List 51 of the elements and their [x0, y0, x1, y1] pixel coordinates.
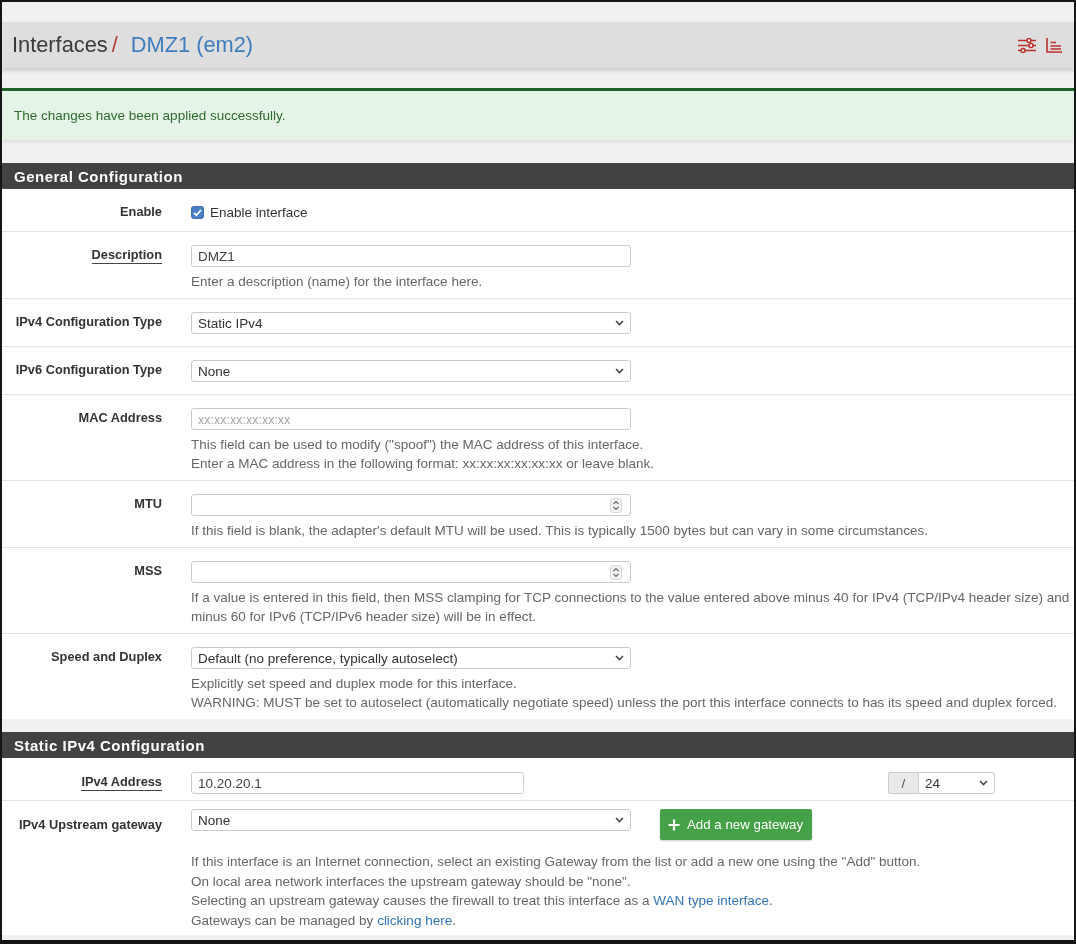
chevron-down-icon: [615, 817, 624, 823]
help-text: Enter a description (name) for the interface here.: [191, 273, 484, 291]
chevron-down-icon: [615, 320, 624, 326]
dropdown[interactable]: Default (no preference, typically autoselect): [191, 647, 631, 669]
help-text: Explicitly set speed and duplex mode for this interface.: [191, 675, 518, 693]
sliders-icon[interactable]: [1018, 37, 1036, 53]
checkbox-label: Enable interface: [210, 205, 308, 220]
ip-address-input[interactable]: 10.20.20.1: [191, 772, 524, 794]
number-input[interactable]: [191, 494, 631, 516]
dropdown[interactable]: None: [191, 360, 631, 382]
breadcrumb-separator: /: [111, 32, 118, 58]
help-text: Enter a MAC address in the following format: xx:xx:xx:xx:xx:xx or leave blank.: [191, 455, 655, 473]
field-label: Speed and Duplex: [51, 649, 162, 666]
field-label: Description: [91, 247, 162, 264]
chevron-down-icon: [615, 368, 624, 374]
field-label: IPv6 Configuration Type: [15, 362, 162, 379]
text-input[interactable]: DMZ1: [191, 245, 631, 267]
field-label: MSS: [134, 563, 162, 580]
field-label: Enable: [120, 204, 162, 221]
text-input[interactable]: xx:xx:xx:xx:xx:xx: [191, 408, 631, 430]
help-text: If this interface is an Internet connection, select an existing Gateway from the list or add a new one using the "Add" button.: [191, 853, 922, 871]
breadcrumb-text: Interfaces: [12, 32, 108, 58]
plus-icon: [668, 818, 680, 831]
help-text: WARNING: MUST be set to autoselect (automatically negotiate speed) unless the port this interface connects to has its speed and duplex forced.: [191, 694, 1058, 712]
field-label: IPv4 Upstream gateway: [19, 817, 162, 834]
dropdown[interactable]: Static IPv4: [191, 312, 631, 334]
section-header: Static IPv4 Configuration: [2, 732, 1074, 758]
dropdown[interactable]: None: [191, 809, 631, 831]
section-header: General Configuration: [2, 163, 1074, 189]
help-text: If a value is entered in this field, then MSS clamping for TCP connections to the value entered above minus 40 for IPv4 (TCP/IPv4 header size) and minus 60 for IPv6 (TCP/IPv6 header size) will be in effect.: [191, 589, 1071, 626]
field-label: MTU: [134, 496, 162, 513]
spinner-arrows-icon[interactable]: [610, 497, 622, 513]
number-input[interactable]: [191, 561, 631, 583]
field-label: IPv4 Configuration Type: [15, 314, 162, 331]
checkbox[interactable]: [191, 206, 204, 219]
help-text: If this field is blank, the adapter's default MTU will be used. This is typically 1500 bytes but can vary in some circumstances.: [191, 522, 929, 540]
field-label: MAC Address: [78, 410, 162, 427]
help-link[interactable]: WAN type interface: [653, 893, 770, 908]
field-label: IPv4 Address: [81, 774, 162, 791]
help-text: Gateways can be managed by clicking here.: [191, 911, 457, 930]
chevron-down-icon: [979, 780, 988, 786]
spinner-arrows-icon[interactable]: [610, 564, 622, 580]
success-alert: The changes have been applied successfully.: [2, 88, 1074, 140]
help-text: This field can be used to modify ("spoof") the MAC address of this interface.: [191, 436, 645, 454]
help-text: On local area network interfaces the upstream gateway should be "none".: [191, 872, 632, 891]
help-link[interactable]: clicking here: [377, 912, 453, 928]
input-addon: /: [888, 772, 918, 794]
chevron-down-icon: [615, 655, 624, 661]
subnet-dropdown[interactable]: 24: [918, 772, 995, 794]
bar-chart-icon[interactable]: [1046, 37, 1062, 53]
help-text: Selecting an upstream gateway causes the firewall to treat this interface as a WAN type interface.: [191, 892, 774, 910]
